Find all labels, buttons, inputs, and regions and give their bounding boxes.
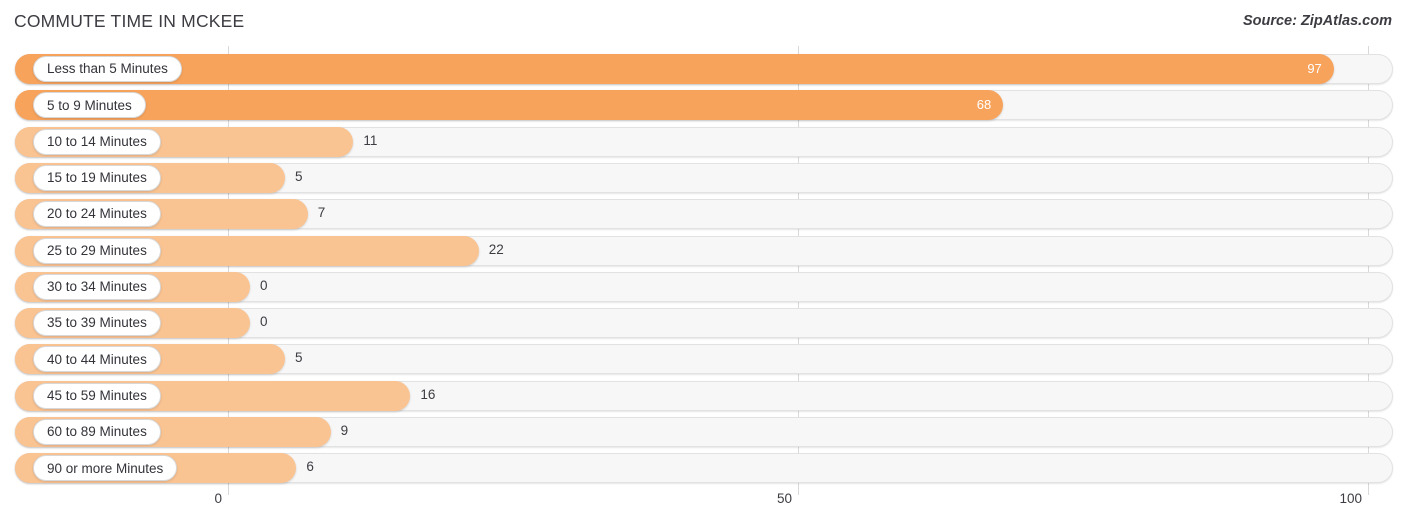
category-label-pill: 40 to 44 Minutes xyxy=(33,346,161,373)
category-label: 10 to 14 Minutes xyxy=(47,133,147,149)
category-label-pill: 10 to 14 Minutes xyxy=(33,128,161,155)
bar-value-label: 0 xyxy=(260,314,268,330)
category-label: 40 to 44 Minutes xyxy=(47,351,147,367)
bar-row[interactable]: Less than 5 Minutes 97 xyxy=(0,54,1406,84)
plot-area: Less than 5 Minutes 97 5 to 9 Minutes 68 10 … xyxy=(0,46,1406,486)
bar-row[interactable]: 30 to 34 Minutes 0 xyxy=(0,271,1406,302)
category-label: 60 to 89 Minutes xyxy=(47,424,147,440)
bar-row[interactable]: 40 to 44 Minutes 5 xyxy=(0,344,1406,375)
bar-value-label: 5 xyxy=(295,350,303,366)
category-label: 5 to 9 Minutes xyxy=(47,97,132,113)
bar-value-label: 7 xyxy=(317,205,326,221)
category-label: 20 to 24 Minutes xyxy=(47,206,147,222)
bar-row[interactable]: 20 to 24 Minutes 7 xyxy=(0,199,1406,230)
bar-row[interactable]: 5 to 9 Minutes 68 xyxy=(0,90,1406,121)
category-label-pill: 60 to 89 Minutes xyxy=(33,419,161,445)
category-label-pill: 25 to 29 Minutes xyxy=(33,237,161,264)
bar-value-label: 9 xyxy=(340,423,349,438)
bar-value-label: 11 xyxy=(363,132,378,148)
category-label: 30 to 34 Minutes xyxy=(47,279,147,295)
bar-row[interactable]: 90 or more Minutes 6 xyxy=(0,453,1406,484)
axis-tick-mark xyxy=(1368,486,1369,495)
bar-row[interactable]: 10 to 14 Minutes 11 xyxy=(0,126,1406,157)
category-label-pill: 5 to 9 Minutes xyxy=(33,92,146,119)
bar-value-label: 68 xyxy=(976,97,992,113)
page-title: COMMUTE TIME IN MCKEE xyxy=(14,11,245,31)
category-label: 35 to 39 Minutes xyxy=(47,315,147,331)
category-label-pill: 35 to 39 Minutes xyxy=(33,310,161,337)
axis-tick-label: 50 xyxy=(776,491,792,506)
category-label-pill: 15 to 19 Minutes xyxy=(33,164,161,191)
category-label: 45 to 59 Minutes xyxy=(47,387,147,403)
category-label-pill: 20 to 24 Minutes xyxy=(33,201,161,228)
bar-row[interactable]: 35 to 39 Minutes 0 xyxy=(0,308,1406,339)
bar-fill xyxy=(15,54,1334,84)
category-label: 90 or more Minutes xyxy=(47,460,164,476)
bar-value-label: 97 xyxy=(1307,61,1322,76)
axis-tick-label: 0 xyxy=(214,491,222,506)
category-label-pill: 90 or more Minutes xyxy=(33,455,178,482)
x-axis: 0 50 100 xyxy=(0,486,1406,523)
source-attribution: Source: ZipAtlas.com xyxy=(1242,13,1392,29)
bar-fill xyxy=(15,90,1004,121)
chart-container: COMMUTE TIME IN MCKEE Source: ZipAtlas.c… xyxy=(0,0,1406,523)
bar-value-label: 6 xyxy=(306,459,314,475)
category-label: 15 to 19 Minutes xyxy=(47,170,147,186)
bar-value-label: 22 xyxy=(488,241,504,257)
category-label-pill: 30 to 34 Minutes xyxy=(33,273,161,300)
category-label: 25 to 29 Minutes xyxy=(47,242,147,258)
bar-value-label: 5 xyxy=(295,168,303,184)
category-label-pill: Less than 5 Minutes xyxy=(33,56,182,82)
category-label: Less than 5 Minutes xyxy=(47,61,168,77)
bar-value-label: 16 xyxy=(420,386,436,402)
bar-row[interactable]: 25 to 29 Minutes 22 xyxy=(0,235,1406,266)
category-label-pill: 45 to 59 Minutes xyxy=(33,382,161,409)
bar-row[interactable]: 15 to 19 Minutes 5 xyxy=(0,162,1406,193)
axis-tick-mark xyxy=(228,486,229,495)
axis-tick-label: 100 xyxy=(1339,491,1362,506)
bar-value-label: 0 xyxy=(260,277,268,293)
bar-row[interactable]: 60 to 89 Minutes 9 xyxy=(0,417,1406,447)
bar-row[interactable]: 45 to 59 Minutes 16 xyxy=(0,380,1406,411)
axis-tick-mark xyxy=(798,486,799,495)
